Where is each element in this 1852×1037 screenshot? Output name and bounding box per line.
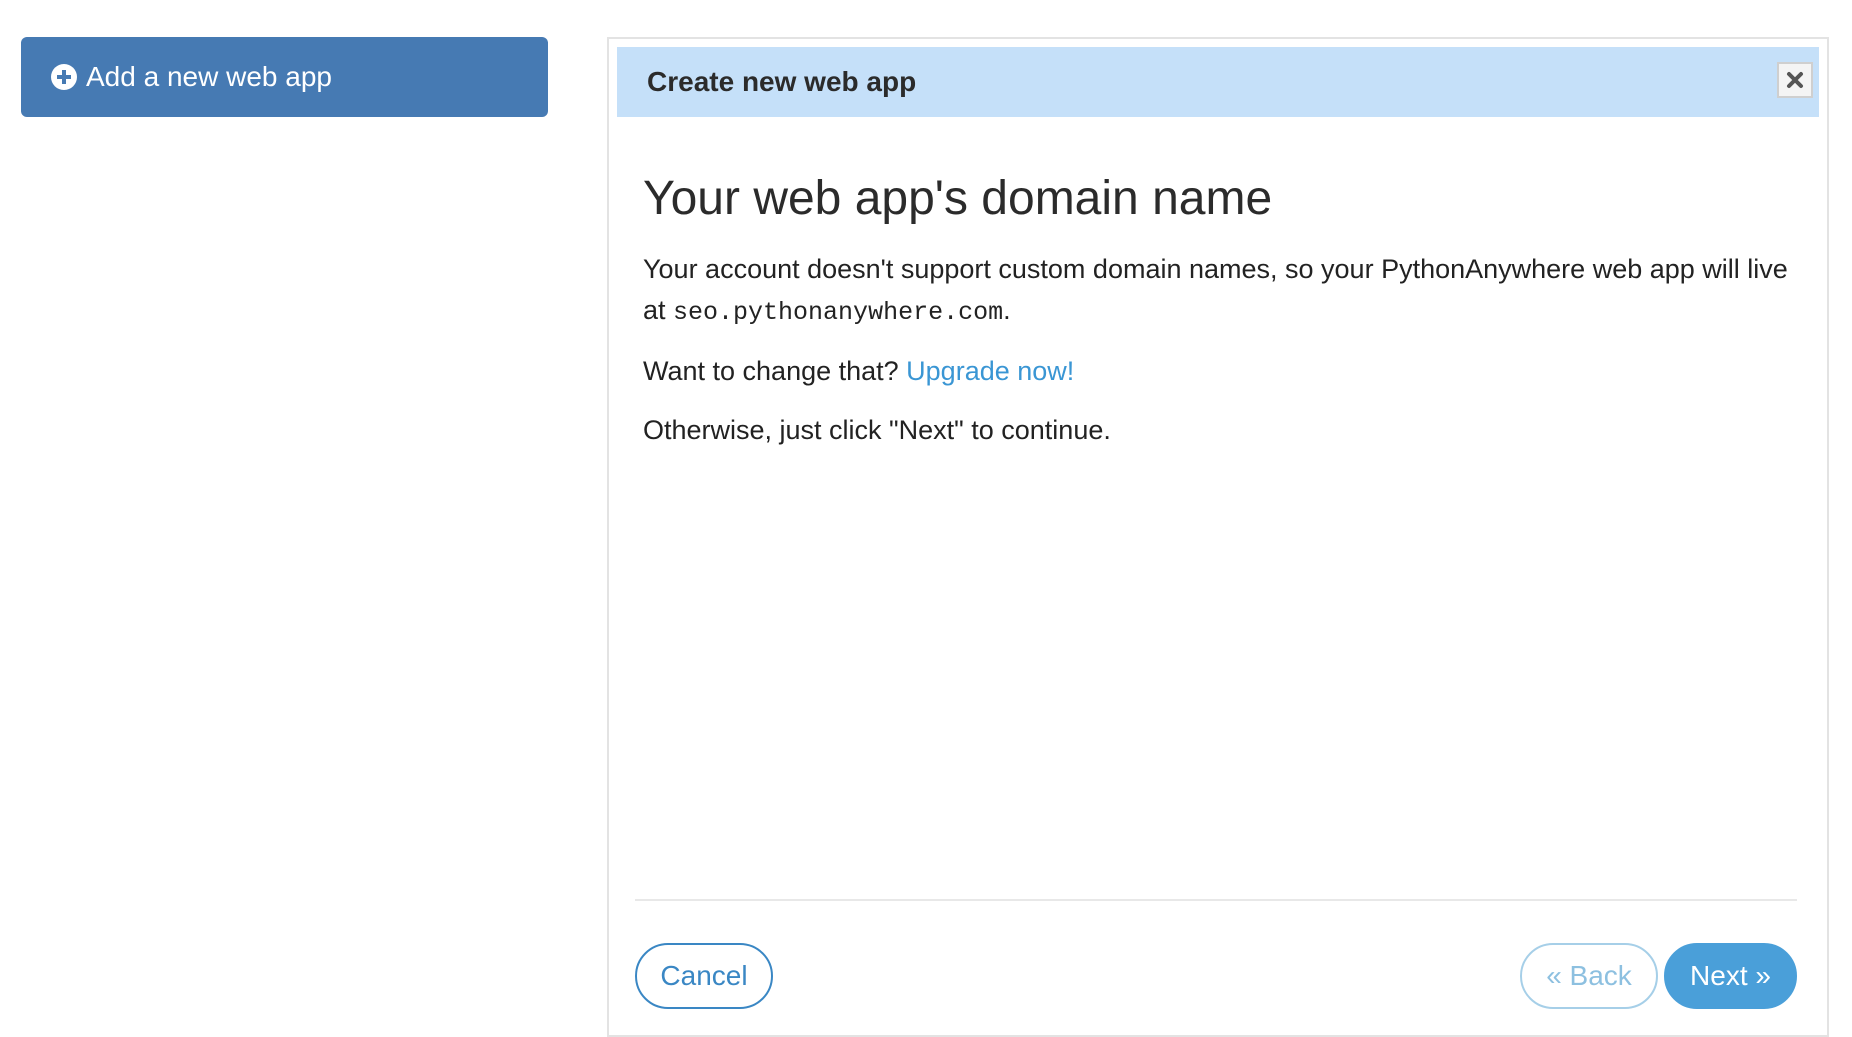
domain-explanation-end: .: [1003, 295, 1011, 325]
close-button[interactable]: [1777, 62, 1813, 98]
close-icon: [1787, 72, 1803, 88]
upgrade-now-link[interactable]: Upgrade now!: [906, 356, 1074, 386]
domain-name: seo.pythonanywhere.com: [673, 298, 1004, 327]
page-heading: Your web app's domain name: [643, 172, 1273, 225]
next-button[interactable]: Next »: [1664, 943, 1797, 1009]
domain-explanation: Your account doesn't support custom doma…: [643, 249, 1803, 333]
dialog-header: Create new web app: [617, 47, 1819, 117]
add-new-web-app-label: Add a new web app: [86, 61, 332, 92]
footer-divider: [635, 899, 1797, 901]
add-new-web-app-button[interactable]: Add a new web app: [21, 37, 548, 117]
dialog-title: Create new web app: [647, 66, 917, 97]
upgrade-prompt: Want to change that? Upgrade now!: [643, 351, 1803, 392]
plus-circle-icon: [51, 64, 77, 90]
create-web-app-dialog: Create new web app Your web app's domain…: [607, 37, 1829, 1037]
continue-instruction: Otherwise, just click "Next" to continue…: [643, 415, 1111, 445]
back-button[interactable]: « Back: [1520, 943, 1658, 1009]
cancel-button[interactable]: Cancel: [635, 943, 773, 1009]
dialog-content: Your web app's domain name Your account …: [643, 169, 1803, 469]
upgrade-prompt-text: Want to change that?: [643, 356, 907, 386]
